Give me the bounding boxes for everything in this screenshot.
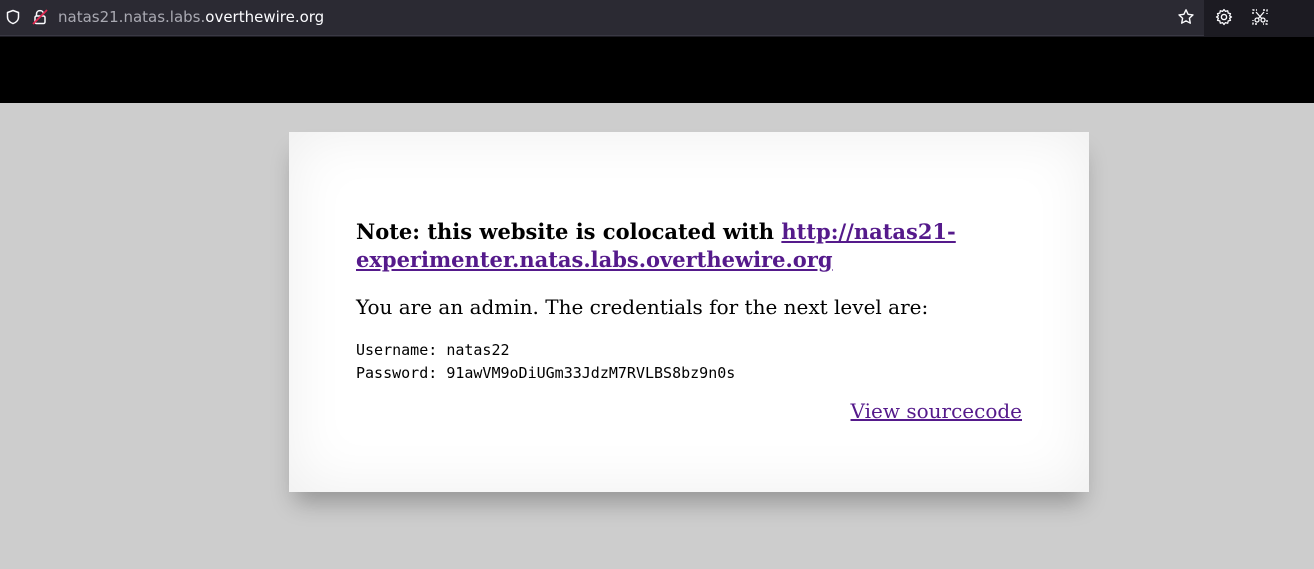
password-value: 91awVM9oDiUGm33JdzM7RVLBS8bz9n0s: [446, 364, 736, 382]
url-subdomain: natas21.natas.labs.: [58, 8, 206, 26]
browser-toolbar: natas21.natas.labs.overthewire.org: [0, 0, 1314, 37]
gear-icon[interactable]: [1215, 8, 1233, 26]
screenshot-icon[interactable]: [1251, 8, 1269, 26]
address-bar[interactable]: natas21.natas.labs.overthewire.org: [0, 0, 1204, 36]
password-label: Password:: [356, 364, 447, 382]
url-text[interactable]: natas21.natas.labs.overthewire.org: [58, 0, 324, 35]
username-value: natas22: [446, 341, 510, 359]
shield-icon[interactable]: [5, 9, 21, 25]
admin-message: You are an admin. The credentials for th…: [356, 295, 929, 319]
colocation-note: Note: this website is colocated with htt…: [356, 218, 996, 274]
star-icon[interactable]: [1177, 8, 1195, 26]
content-card: Note: this website is colocated with htt…: [289, 132, 1089, 492]
view-sourcecode-link[interactable]: View sourcecode: [851, 398, 1022, 424]
lock-icon[interactable]: [32, 9, 48, 25]
username-label: Username:: [356, 341, 447, 359]
page-header-banner: [0, 37, 1314, 103]
url-domain: overthewire.org: [205, 8, 325, 26]
note-prefix: Note: this website is colocated with: [356, 219, 782, 244]
credentials-block: Username: natas22 Password: 91awVM9oDiUG…: [356, 339, 735, 385]
